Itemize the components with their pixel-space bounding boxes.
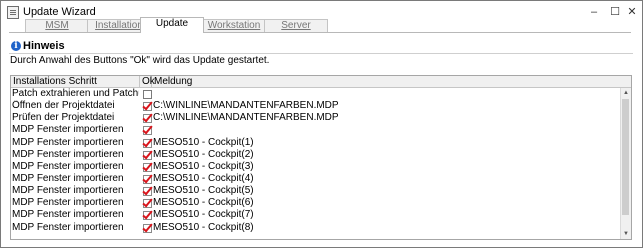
table-row[interactable]: MDP Fenster importieren MESO510 - Cockpit… bbox=[11, 149, 622, 161]
ok-cell bbox=[143, 199, 152, 209]
ok-cell bbox=[143, 211, 152, 221]
ok-cell bbox=[143, 174, 152, 184]
message-cell: MESO510 - Cockpit(8) bbox=[153, 221, 254, 233]
table-row[interactable]: MDP Fenster importieren MESO510 - Cockpit… bbox=[11, 173, 622, 185]
ok-cell bbox=[143, 187, 152, 197]
step-cell: Patch extrahieren und Patchupdate ausf… bbox=[12, 88, 139, 99]
ok-cell bbox=[143, 90, 152, 99]
table-row[interactable]: MDP Fenster importieren MESO510 - Cockpit… bbox=[11, 197, 622, 209]
scroll-down-icon[interactable]: ▼ bbox=[621, 229, 631, 239]
step-cell: MDP Fenster importieren bbox=[12, 136, 124, 148]
tab-server[interactable]: Server bbox=[264, 19, 328, 32]
checked-checkbox-icon[interactable] bbox=[143, 223, 152, 233]
checked-checkbox-icon[interactable] bbox=[143, 114, 152, 124]
table-row[interactable]: MDP Fenster importieren MESO510 - Cockpit… bbox=[11, 161, 622, 173]
checked-checkbox-icon[interactable] bbox=[143, 211, 152, 221]
grid-header: Installations Schritt Ok Meldung bbox=[11, 76, 631, 88]
step-cell: Prüfen der Projektdatei bbox=[12, 112, 115, 124]
tab-strip: MSM Installation Update Workstation Serv… bbox=[9, 17, 631, 33]
table-row[interactable]: Öffnen der Projektdatei C:\WINLINE\MANDAN… bbox=[11, 100, 622, 112]
update-wizard-window: Update Wizard – ☐ ✕ MSM Installation Upd… bbox=[0, 0, 643, 248]
checked-checkbox-icon[interactable] bbox=[143, 126, 152, 136]
step-cell: MDP Fenster importieren bbox=[12, 197, 124, 209]
message-cell: MESO510 - Cockpit(4) bbox=[153, 172, 254, 184]
step-cell: MDP Fenster importieren bbox=[12, 148, 124, 160]
checked-checkbox-icon[interactable] bbox=[143, 102, 152, 112]
message-cell: MESO510 - Cockpit(1) bbox=[153, 136, 254, 148]
step-cell: MDP Fenster importieren bbox=[12, 221, 124, 233]
message-cell: MESO510 - Cockpit(7) bbox=[153, 209, 254, 221]
message-cell: C:\WINLINE\MANDANTENFARBEN.MDP bbox=[153, 112, 339, 124]
table-row[interactable]: MDP Fenster importieren MESO510 - Cockpit… bbox=[11, 222, 622, 234]
step-cell: MDP Fenster importieren bbox=[12, 172, 124, 184]
checked-checkbox-icon[interactable] bbox=[143, 138, 152, 148]
column-header-ok[interactable]: Ok bbox=[140, 76, 155, 87]
checked-checkbox-icon[interactable] bbox=[143, 199, 152, 209]
ok-cell bbox=[143, 138, 152, 148]
checkbox-icon[interactable] bbox=[143, 90, 152, 99]
ok-cell bbox=[143, 126, 152, 136]
info-icon: i bbox=[11, 41, 21, 51]
column-header-message[interactable]: Meldung bbox=[152, 76, 631, 87]
tab-update[interactable]: Update bbox=[140, 17, 204, 33]
vertical-scrollbar[interactable]: ▲ ▼ bbox=[620, 88, 631, 239]
ok-cell bbox=[143, 102, 152, 112]
tab-msm[interactable]: MSM bbox=[25, 19, 89, 32]
table-row[interactable]: Prüfen der Projektdatei C:\WINLINE\MANDAN… bbox=[11, 112, 622, 124]
message-cell: MESO510 - Cockpit(3) bbox=[153, 160, 254, 172]
table-row[interactable]: MDP Fenster importieren bbox=[11, 124, 622, 136]
tab-workstation[interactable]: Workstation bbox=[202, 19, 266, 32]
step-cell: MDP Fenster importieren bbox=[12, 209, 124, 221]
divider bbox=[9, 53, 633, 54]
message-cell: MESO510 - Cockpit(2) bbox=[153, 148, 254, 160]
message-cell: MESO510 - Cockpit(6) bbox=[153, 197, 254, 209]
checked-checkbox-icon[interactable] bbox=[143, 187, 152, 197]
table-row[interactable]: Patch extrahieren und Patchupdate ausf… bbox=[11, 88, 622, 100]
hint-title: Hinweis bbox=[23, 40, 65, 52]
step-cell: MDP Fenster importieren bbox=[12, 160, 124, 172]
step-cell: Öffnen der Projektdatei bbox=[12, 100, 115, 112]
table-row[interactable]: MDP Fenster importieren MESO510 - Cockpit… bbox=[11, 209, 622, 221]
update-panel: i Hinweis Durch Anwahl des Buttons "Ok" … bbox=[9, 33, 634, 241]
checked-checkbox-icon[interactable] bbox=[143, 150, 152, 160]
ok-cell bbox=[143, 223, 152, 233]
window-title: Update Wizard bbox=[23, 6, 96, 18]
step-cell: MDP Fenster importieren bbox=[12, 124, 124, 136]
ok-cell bbox=[143, 162, 152, 172]
scroll-thumb[interactable] bbox=[622, 99, 629, 215]
table-row[interactable]: MDP Fenster importieren MESO510 - Cockpit… bbox=[11, 137, 622, 149]
step-cell: MDP Fenster importieren bbox=[12, 185, 124, 197]
column-header-step[interactable]: Installations Schritt bbox=[11, 76, 140, 87]
grid-rows: Patch extrahieren und Patchupdate ausf…Ö… bbox=[11, 88, 622, 234]
table-row[interactable]: MDP Fenster importieren MESO510 - Cockpit… bbox=[11, 185, 622, 197]
checked-checkbox-icon[interactable] bbox=[143, 162, 152, 172]
ok-cell bbox=[143, 114, 152, 124]
installation-steps-grid[interactable]: Installations Schritt Ok Meldung Patch e… bbox=[10, 75, 632, 240]
message-cell: C:\WINLINE\MANDANTENFARBEN.MDP bbox=[153, 100, 339, 112]
scroll-up-icon[interactable]: ▲ bbox=[621, 88, 631, 98]
ok-cell bbox=[143, 150, 152, 160]
hint-text: Durch Anwahl des Buttons "Ok" wird das U… bbox=[10, 55, 270, 66]
message-cell: MESO510 - Cockpit(5) bbox=[153, 185, 254, 197]
checked-checkbox-icon[interactable] bbox=[143, 174, 152, 184]
